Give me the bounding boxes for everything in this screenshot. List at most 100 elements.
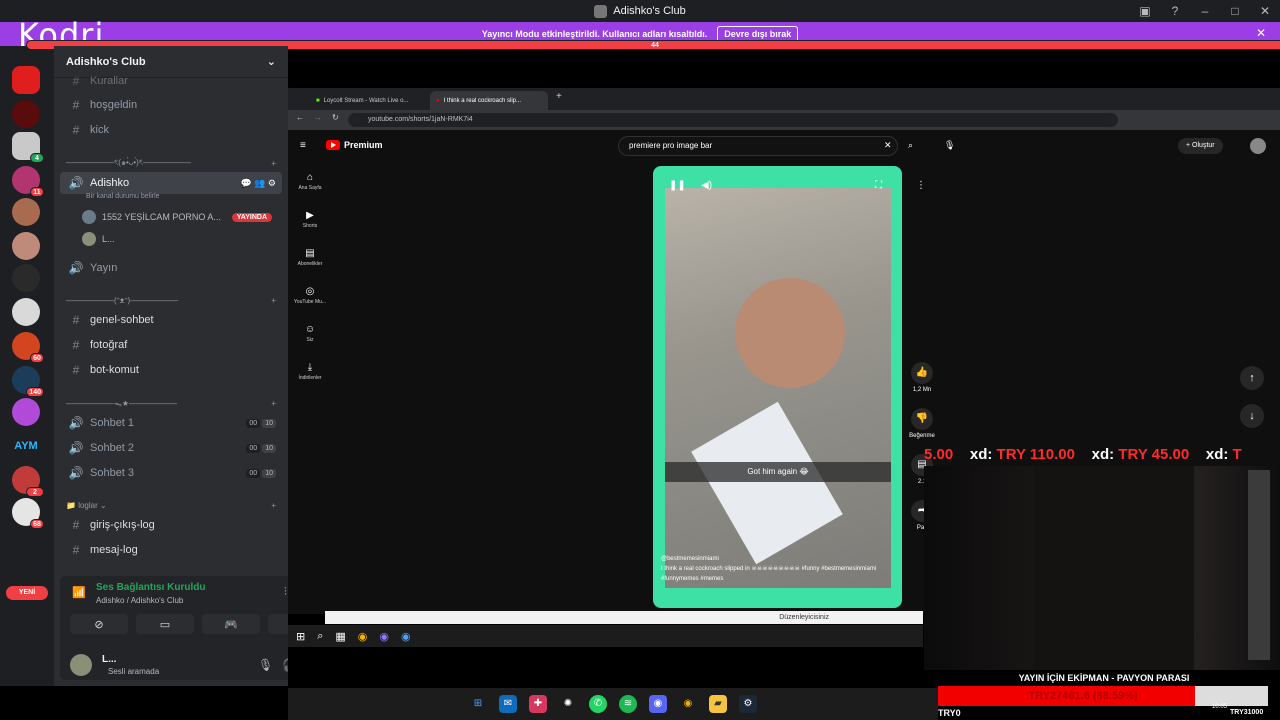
reload-icon[interactable]: ↻ [332,113,339,122]
camera-off-button[interactable]: ⊘ [70,614,128,634]
voice-channel-adishko[interactable]: 🔊 Adishko 💬 👥 ⚙ [60,172,282,194]
add-channel-icon[interactable]: + [271,399,276,408]
forward-icon[interactable]: → [314,113,322,122]
more-options-icon[interactable]: ⋮ [916,180,926,191]
add-channel-icon[interactable]: + [271,159,276,168]
server-icon[interactable] [12,66,40,94]
video-frame[interactable]: Got him again 😂 [665,188,891,588]
channel-fotograf[interactable]: # fotoğraf [60,334,282,356]
search-icon[interactable]: ⌕ [317,630,323,643]
server-icon[interactable]: 68 [12,498,44,529]
nav-downloads[interactable]: ⤓ İndirilenler [292,362,328,381]
new-tab-icon[interactable]: + [556,91,562,102]
channel-handle[interactable]: @bestmemesinmiami [661,554,891,564]
app-icon[interactable]: ✚ [529,695,547,713]
channel-kurallar[interactable]: # Kurallar [60,70,282,92]
nav-music[interactable]: ◎ YouTube Mu... [292,286,328,305]
signal-icon[interactable]: 📶 [72,586,86,599]
server-icon[interactable]: 2 [12,466,44,497]
volume-icon[interactable]: ◀) [701,180,712,191]
whatsapp-icon[interactable]: ✆ [589,695,607,713]
channel-hosgeldin[interactable]: # hoşgeldin [60,94,282,116]
discord-icon[interactable]: ◉ [379,630,389,643]
nav-subscriptions[interactable]: ▤ Abonelikler [292,248,328,267]
add-channel-icon[interactable]: + [271,296,276,305]
server-icon[interactable] [12,198,40,226]
close-icon[interactable]: ✕ [1256,26,1266,40]
voice-channel-yayin[interactable]: 🔊 Yayın [60,257,282,279]
add-channel-icon[interactable]: + [271,501,276,510]
file-explorer-icon[interactable]: ▰ [709,695,727,713]
chatgpt-icon[interactable]: ✺ [559,695,577,713]
server-icon[interactable] [12,398,40,426]
server-icon[interactable]: 60 [12,332,44,363]
microphone-icon[interactable]: 🎙 [944,140,955,151]
search-input[interactable]: premiere pro image bar [618,136,898,156]
channel-genel-sohbet[interactable]: # genel-sohbet [60,309,282,331]
channel-mesaj-log[interactable]: # mesaj-log [60,539,282,561]
category-1[interactable]: ——————ৎ(๑•̀ᴗ•́)ৎ—————— + [66,156,276,170]
app-icon[interactable]: ◉ [401,630,411,643]
clear-search-icon[interactable]: ✕ [884,140,892,151]
server-icon[interactable] [12,232,40,260]
channel-giris-cikis-log[interactable]: # giriş-çıkış-log [60,514,282,536]
maximize-button[interactable]: □ [1220,0,1250,22]
short-video[interactable]: Got him again 😂 ❚❚ ◀) ⛶ @bestmemesinmiam… [653,166,902,608]
menu-icon[interactable]: ≡ [300,140,306,151]
category-3[interactable]: ——————ᯓ★—————— + [66,396,276,410]
channel-bot-komut[interactable]: # bot-komut [60,359,282,381]
task-view-icon[interactable]: ▦ [335,630,345,643]
url-field[interactable]: youtube.com/shorts/1jaN-RMK7i4 [348,113,1118,127]
server-icon[interactable] [12,100,40,128]
close-button[interactable]: ✕ [1250,0,1280,22]
pause-icon[interactable]: ❚❚ [669,180,686,191]
voice-location[interactable]: Adishko / Adishko's Club [96,596,183,605]
server-icon[interactable] [12,298,40,326]
voice-user[interactable]: 1552 YEŞİLCAM PORNO A... YAYINDA [82,208,272,226]
chevron-down-icon[interactable]: ⌄ [267,55,276,68]
category-2[interactable]: ——————(ᵔᴥᵔ)—————— + [66,293,276,307]
search-icon[interactable]: ⌕ [908,140,913,151]
new-badge[interactable]: YENİ [6,586,48,600]
fullscreen-icon[interactable]: ⛶ [875,180,882,191]
spotify-icon[interactable]: ≋ [619,695,637,713]
avatar[interactable] [1250,138,1266,154]
screen-share-button[interactable]: ▭ [136,614,194,634]
previous-short-button[interactable]: ↑ [1240,366,1264,390]
inbox-icon[interactable]: ▣ [1130,0,1160,22]
nav-shorts[interactable]: ▶ Shorts [292,210,328,229]
channel-kick[interactable]: # kick [60,119,282,141]
like-button[interactable]: 👍 1,2 Mn [908,362,936,393]
chrome-icon[interactable]: ◉ [679,695,697,713]
browser-tab[interactable]: ■ Loycolt Stream - Watch Live o... [310,91,428,110]
chrome-icon[interactable]: ◉ [358,630,368,643]
channel-status[interactable]: Bir kanal durumu belirle [86,193,160,200]
soundboard-button[interactable]: ♫ [268,614,288,634]
aym-server-icon[interactable]: AYM [12,432,40,460]
server-icon[interactable]: 4 [12,132,44,163]
category-logs[interactable]: 📁 loglar ⌄ + [66,498,276,512]
windows-start-icon[interactable]: ⊞ [469,695,487,713]
headphones-icon[interactable]: 🎧 [282,658,288,672]
server-icon[interactable]: 140 [12,366,44,397]
voice-channel-sohbet-3[interactable]: 🔊 Sohbet 3 00 10 [60,462,282,484]
user-name[interactable]: L... [102,654,116,665]
windows-start-icon[interactable]: ⊞ [296,630,305,643]
avatar[interactable] [70,654,92,676]
next-short-button[interactable]: ↓ [1240,404,1264,428]
channel-actions[interactable]: 💬 👥 ⚙ [241,178,276,189]
youtube-logo[interactable]: Premium [326,140,383,150]
minimize-button[interactable]: – [1190,0,1220,22]
microphone-icon[interactable]: 🎙 [258,658,273,672]
voice-channel-sohbet-2[interactable]: 🔊 Sohbet 2 00 10 [60,437,282,459]
server-icon[interactable] [12,264,40,292]
voice-status[interactable]: Ses Bağlantısı Kuruldu [96,582,205,593]
create-button[interactable]: + Oluştur [1178,138,1223,154]
steam-icon[interactable]: ⚙ [739,695,757,713]
activities-button[interactable]: 🎮 [202,614,260,634]
discord-icon[interactable]: ◉ [649,695,667,713]
dislike-button[interactable]: 👎 Beğenme [908,408,936,439]
help-icon[interactable]: ? [1160,0,1190,22]
nav-home[interactable]: ⌂ Ana Sayfa [292,172,328,191]
noise-suppression-icon[interactable]: ⫶ [284,586,287,599]
